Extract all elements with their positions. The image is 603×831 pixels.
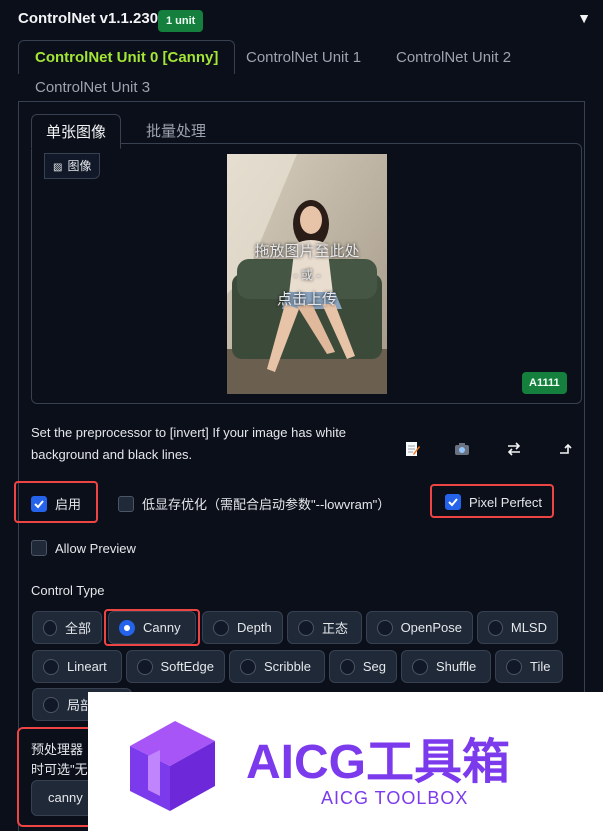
radio-label: Tile (530, 659, 551, 674)
watermark-title: AICG工具箱 (246, 736, 511, 789)
radio-dot (377, 619, 393, 636)
radio-label: Canny (143, 620, 181, 635)
preprocessor-hint: Set the preprocessor to [invert] If your… (31, 425, 347, 462)
image-label: ▨ 图像 (44, 153, 101, 179)
lowvram-label: 低显存优化（需配合启动参数"--lowvram"） (142, 497, 391, 512)
radio-label: Shuffle (436, 659, 477, 674)
radio-label: 全部 (64, 621, 91, 636)
control-type-label: Control Type (31, 583, 105, 598)
radio-label: Depth (237, 620, 272, 635)
drop-or-text: - 或 - (293, 268, 321, 282)
radio-shuffle[interactable]: Shuffle (401, 650, 491, 683)
tab-unit-0[interactable]: ControlNet Unit 0 [Canny] (18, 40, 236, 74)
radio-canny[interactable]: Canny (108, 611, 196, 644)
radio-dot (488, 619, 503, 636)
drop-text: 拖放图片至此处 (254, 243, 360, 260)
checkbox-empty (118, 495, 134, 512)
radio-scribble[interactable]: Scribble (229, 650, 325, 683)
edit-icon[interactable] (400, 437, 424, 461)
check-icon (445, 494, 461, 510)
aicg-logo-icon (130, 721, 215, 811)
watermark-banner: AICG工具箱 AICG TOOLBOX (88, 692, 603, 831)
allow-preview-checkbox[interactable]: Allow Preview (31, 540, 136, 556)
radio-mlsd[interactable]: MLSD (477, 611, 558, 644)
enable-checkbox[interactable]: 启用 (31, 494, 81, 513)
radio-tile[interactable]: Tile (495, 650, 563, 683)
enable-label: 启用 (55, 497, 82, 512)
radio-label: Lineart (67, 659, 107, 674)
controlnet-title[interactable]: ControlNet v1.1.230 (18, 10, 158, 27)
preprocessor-label-2: 时可选"无 (31, 762, 88, 777)
radio-softedge[interactable]: SoftEdge (126, 650, 225, 683)
lowvram-checkbox[interactable]: 低显存优化（需配合启动参数"--lowvram"） (118, 494, 390, 513)
radio-dot (240, 658, 256, 675)
radio-dot (43, 696, 59, 713)
radio-openpose[interactable]: OpenPose (366, 611, 473, 644)
radio-label: MLSD (510, 620, 547, 635)
radio-label: Scribble (264, 659, 311, 674)
radio-dot (298, 619, 314, 636)
tab-unit-2[interactable]: ControlNet Unit 2 (396, 49, 511, 66)
radio-normal[interactable]: 正态 (287, 611, 362, 644)
preprocessor-label: 预处理器 (31, 742, 84, 757)
allow-preview-label: Allow Preview (55, 540, 136, 556)
a1111-badge: A1111 (522, 372, 567, 394)
radio-all[interactable]: 全部 (32, 611, 102, 644)
radio-label: 正态 (322, 621, 349, 636)
radio-label: OpenPose (400, 620, 462, 635)
watermark-subtitle: AICG TOOLBOX (321, 788, 469, 808)
radio-dot (213, 619, 229, 636)
camera-icon[interactable] (450, 437, 474, 461)
radio-lineart[interactable]: Lineart (32, 650, 122, 683)
radio-dot (506, 658, 522, 675)
image-icon: ▨ (53, 162, 63, 173)
tab-single-image[interactable]: 单张图像 (31, 114, 122, 149)
tab-unit-1[interactable]: ControlNet Unit 1 (246, 49, 361, 66)
radio-dot (43, 658, 59, 675)
click-upload-text[interactable]: 点击上传 (227, 288, 387, 309)
image-label-text: 图像 (67, 159, 92, 173)
radio-dot (137, 658, 153, 675)
radio-dot-selected (119, 619, 135, 636)
checkbox-empty (31, 540, 47, 556)
pixel-perfect-label: Pixel Perfect (469, 494, 542, 510)
radio-dot (43, 619, 57, 636)
triangle-down-icon[interactable]: ▼ (577, 10, 591, 26)
radio-dot (340, 658, 355, 675)
send-dimensions-icon[interactable] (554, 437, 578, 461)
radio-label: SoftEdge (160, 659, 215, 674)
radio-depth[interactable]: Depth (202, 611, 283, 644)
unit-count-badge: 1 unit (158, 10, 204, 32)
pixel-perfect-checkbox[interactable]: Pixel Perfect (445, 494, 542, 510)
radio-label: Seg (362, 659, 386, 674)
check-icon (31, 495, 47, 512)
swap-icon[interactable] (502, 437, 526, 461)
radio-dot (412, 658, 428, 675)
tab-batch[interactable]: 批量处理 (146, 120, 206, 141)
tab-unit-3[interactable]: ControlNet Unit 3 (35, 79, 150, 96)
radio-seg[interactable]: Seg (329, 650, 397, 683)
